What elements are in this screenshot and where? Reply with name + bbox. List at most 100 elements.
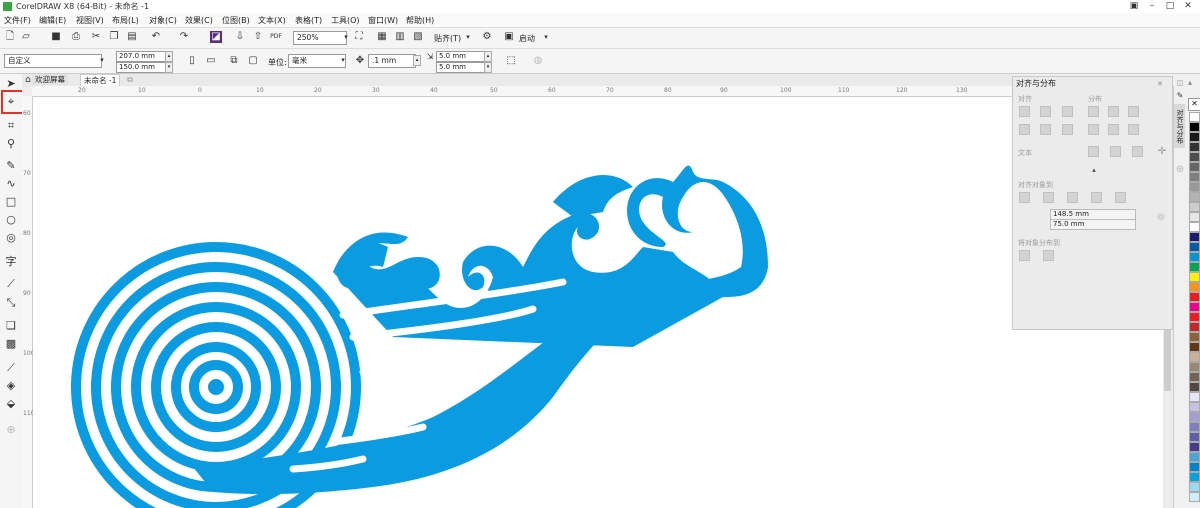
align-right-icon[interactable] <box>1062 106 1073 117</box>
import-icon[interactable]: ⇩ <box>234 31 246 43</box>
show-rulers-icon[interactable]: ▦ <box>376 31 388 43</box>
align-center-h-icon[interactable] <box>1040 106 1051 117</box>
publish-pdf-icon[interactable]: PDF <box>270 31 282 43</box>
connector-tool-icon[interactable]: ⤡ <box>4 296 18 310</box>
color-swatch[interactable] <box>1189 332 1200 342</box>
color-swatch[interactable] <box>1189 222 1200 232</box>
menu-layout[interactable]: 布局(L) <box>112 15 139 26</box>
menu-help[interactable]: 帮助(H) <box>406 15 434 26</box>
width-stepper[interactable]: ▴ <box>165 51 173 62</box>
color-swatch[interactable] <box>1189 272 1200 282</box>
nudge-stepper[interactable]: ▴ <box>413 55 421 66</box>
open-icon[interactable]: ▱ <box>20 31 32 43</box>
color-swatch[interactable] <box>1189 482 1200 492</box>
target-icon[interactable]: ⊚ <box>1155 212 1167 224</box>
application-launcher-icon[interactable]: ▣ <box>503 31 515 43</box>
pick-tool-icon[interactable]: ➤ <box>4 77 18 91</box>
wave-artwork[interactable] <box>33 97 1165 508</box>
page-edge-icon[interactable] <box>1043 192 1054 203</box>
height-stepper[interactable]: ▾ <box>165 62 173 73</box>
restore-icon[interactable]: ▣ <box>1124 0 1144 13</box>
zoom-tool-icon[interactable]: ⚲ <box>4 137 18 151</box>
no-color-swatch[interactable]: ✕ <box>1188 98 1200 111</box>
snap-to-menu[interactable]: 贴齐(T) <box>434 33 461 44</box>
grid-icon[interactable] <box>1091 192 1102 203</box>
new-tab-icon[interactable]: ⧉ <box>124 74 136 86</box>
color-swatch[interactable] <box>1189 342 1200 352</box>
ellipse-tool-icon[interactable]: ○ <box>4 213 18 227</box>
color-swatch[interactable] <box>1189 322 1200 332</box>
extent-of-selection-icon[interactable] <box>1019 250 1030 261</box>
color-swatch[interactable] <box>1189 182 1200 192</box>
menu-object[interactable]: 对象(C) <box>149 15 177 26</box>
page-height-field[interactable]: 150.0 mm <box>116 62 166 73</box>
distribute-center-h-icon[interactable] <box>1108 106 1119 117</box>
new-document-icon[interactable]: 🗋 <box>4 31 16 43</box>
show-grid-icon[interactable]: ▥ <box>394 31 406 43</box>
color-swatch[interactable] <box>1189 472 1200 482</box>
cut-icon[interactable]: ✂ <box>90 31 102 43</box>
color-swatch[interactable] <box>1189 462 1200 472</box>
menu-view[interactable]: 视图(V) <box>76 15 104 26</box>
specified-point-icon[interactable] <box>1115 192 1126 203</box>
current-page-icon[interactable]: ▢ <box>247 55 259 67</box>
minimize-button[interactable]: – <box>1142 0 1162 13</box>
text-first-baseline-icon[interactable] <box>1088 146 1099 157</box>
color-swatch[interactable] <box>1189 302 1200 312</box>
redo-icon[interactable]: ↷ <box>178 31 190 43</box>
color-swatch[interactable] <box>1189 242 1200 252</box>
pen-icon[interactable]: ✎ <box>1174 90 1186 102</box>
color-swatch[interactable] <box>1189 442 1200 452</box>
search-content-icon[interactable]: ◪ <box>210 31 222 43</box>
color-swatch[interactable] <box>1189 112 1200 122</box>
color-swatch[interactable] <box>1189 452 1200 462</box>
distribute-left-icon[interactable] <box>1088 106 1099 117</box>
color-swatch[interactable] <box>1189 362 1200 372</box>
text-options-icon[interactable]: ✛ <box>1156 146 1168 158</box>
smart-fill-icon[interactable]: ⬙ <box>4 397 18 411</box>
portrait-icon[interactable]: ▯ <box>186 55 198 67</box>
distribute-top-icon[interactable] <box>1088 124 1099 135</box>
export-icon[interactable]: ⇧ <box>252 31 264 43</box>
add-docker-icon[interactable]: ⊕ <box>1174 164 1186 176</box>
page-center-icon[interactable] <box>1067 192 1078 203</box>
palette-arrow-icon[interactable]: ▴ <box>1188 78 1198 90</box>
extent-of-page-icon[interactable] <box>1043 250 1054 261</box>
tab-document[interactable]: 未命名 -1 <box>80 74 121 86</box>
drop-shadow-icon[interactable]: ❏ <box>4 319 18 333</box>
artistic-media-icon[interactable]: ∿ <box>4 177 18 191</box>
text-bounding-box-icon[interactable] <box>1132 146 1143 157</box>
menu-bitmaps[interactable]: 位图(B) <box>222 15 250 26</box>
color-swatch[interactable] <box>1189 142 1200 152</box>
snap-chevron-icon[interactable]: ▾ <box>462 31 474 43</box>
menu-tools[interactable]: 工具(O) <box>331 15 360 26</box>
distribute-right-icon[interactable] <box>1128 106 1139 117</box>
save-icon[interactable]: ■ <box>50 31 62 43</box>
color-swatch[interactable] <box>1189 162 1200 172</box>
close-button[interactable]: ✕ <box>1178 0 1198 13</box>
horizontal-ruler[interactable] <box>32 86 1012 97</box>
color-swatch[interactable] <box>1189 372 1200 382</box>
menu-table[interactable]: 表格(T) <box>295 15 322 26</box>
duplicate-x-field[interactable]: 5.0 mm <box>436 51 486 62</box>
launch-label[interactable]: 启动 <box>519 33 535 44</box>
menu-window[interactable]: 窗口(W) <box>368 15 398 26</box>
page-width-field[interactable]: 207.0 mm <box>116 51 166 62</box>
paste-icon[interactable]: ▤ <box>126 31 138 43</box>
align-center-v-icon[interactable] <box>1040 124 1051 135</box>
align-left-icon[interactable] <box>1019 106 1030 117</box>
menu-edit[interactable]: 编辑(E) <box>39 15 66 26</box>
collapse-arrow-icon[interactable]: ▴ <box>1088 164 1100 176</box>
units-chevron-icon[interactable]: ▾ <box>337 54 349 66</box>
color-swatch[interactable] <box>1189 282 1200 292</box>
menu-effects[interactable]: 效果(C) <box>185 15 213 26</box>
chevron-down-icon[interactable]: ▾ <box>340 31 352 43</box>
color-swatch[interactable] <box>1189 262 1200 272</box>
color-swatch[interactable] <box>1189 192 1200 202</box>
eyedropper-icon[interactable]: ⟋ <box>4 361 18 375</box>
polygon-tool-icon[interactable]: ◎ <box>4 231 18 245</box>
duplicate-y-field[interactable]: 5.0 mm <box>436 62 486 73</box>
color-swatch[interactable] <box>1189 292 1200 302</box>
vertical-tab-align-distribute[interactable]: 对齐与分布 <box>1174 104 1185 148</box>
parallel-dimension-icon[interactable]: ⟋ <box>4 277 18 291</box>
